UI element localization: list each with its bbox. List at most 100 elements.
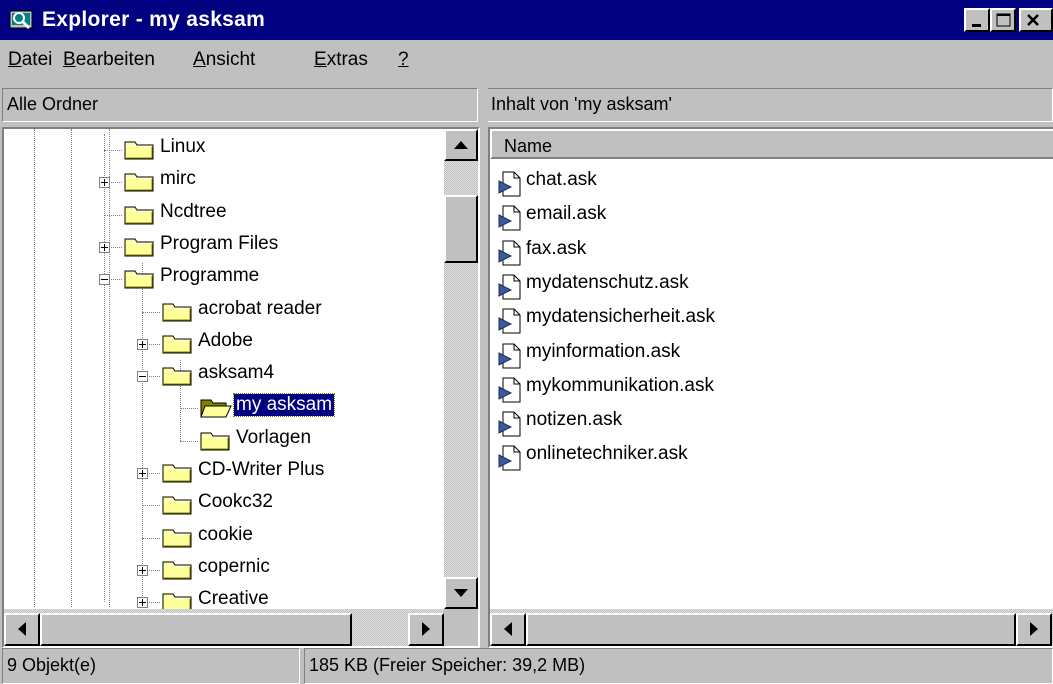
expand-icon[interactable] <box>137 564 148 576</box>
expand-icon[interactable] <box>137 597 148 609</box>
contents-scroll-left-button[interactable] <box>490 613 526 646</box>
folder-icon <box>162 496 192 515</box>
file-list-item[interactable]: fax.ask <box>498 236 1038 270</box>
tree-item-label: Cookc32 <box>198 491 273 513</box>
tree-connector <box>180 408 198 410</box>
file-name: onlinetechniker.ask <box>526 443 688 465</box>
tree-item[interactable]: CD-Writer Plus <box>4 457 444 487</box>
file-name: fax.ask <box>526 237 587 259</box>
tree-scroll-up-button[interactable] <box>444 129 478 161</box>
tree-item-label: Adobe <box>198 329 253 351</box>
open-folder-icon <box>200 399 232 418</box>
tree-item[interactable]: my asksam <box>4 392 444 422</box>
maximize-icon <box>996 13 1011 27</box>
file-list-item[interactable]: onlinetechniker.ask <box>498 441 1038 475</box>
maximize-button[interactable] <box>990 8 1016 32</box>
tree-scroll-left-button[interactable] <box>4 613 40 646</box>
menu-bar: Datei Bearbeiten Ansicht Extras ? <box>0 40 1053 80</box>
folder-tree-pane[interactable]: Linux mirc Ncdtree Program Files Programme ac… <box>2 127 480 648</box>
file-list-item[interactable]: email.ask <box>498 201 1038 235</box>
tree-item[interactable]: copernic <box>4 554 444 584</box>
tree-connector <box>104 214 122 216</box>
tree-item-label: cookie <box>198 523 253 545</box>
tree-connector <box>142 311 160 313</box>
collapse-icon[interactable] <box>137 371 148 383</box>
file-name: mydatensicherheit.ask <box>526 306 716 328</box>
tree-item[interactable]: Adobe <box>4 328 444 358</box>
tree-item-label: copernic <box>198 555 270 577</box>
arrow-left-icon <box>18 622 26 636</box>
collapse-icon[interactable] <box>99 274 110 286</box>
menu-bearbeiten[interactable]: Bearbeiten <box>63 49 155 71</box>
folder-icon <box>200 432 230 451</box>
tree-item[interactable]: Vorlagen <box>4 425 444 455</box>
file-list-item[interactable]: mydatensicherheit.ask <box>498 304 1038 338</box>
expand-icon[interactable] <box>137 468 148 479</box>
name-column-header[interactable]: Name <box>490 129 1053 159</box>
tree-item[interactable]: Ncdtree <box>4 199 444 229</box>
folder-icon <box>162 303 192 321</box>
tree-item-label: asksam4 <box>198 362 275 384</box>
contents-scroll-right-button[interactable] <box>1016 613 1052 646</box>
menu-help[interactable]: ? <box>398 49 409 71</box>
tree-item[interactable]: acrobat reader <box>4 296 444 326</box>
asksam-document-icon <box>498 445 521 471</box>
menu-extras[interactable]: Extras <box>314 49 368 71</box>
tree-scroll-thumb[interactable] <box>444 195 478 263</box>
tree-item[interactable]: asksam4 <box>4 360 444 390</box>
tree-item-label: my asksam <box>232 393 336 418</box>
tree-connector <box>142 537 160 539</box>
status-size-info: 185 KB (Freier Speicher: 39,2 MB) <box>304 648 1053 684</box>
arrow-left-icon <box>504 622 512 636</box>
folder-icon <box>162 561 192 580</box>
tree-connector <box>180 440 198 442</box>
file-name: mydatenschutz.ask <box>526 271 689 293</box>
status-object-count: 9 Objekt(e) <box>2 648 300 684</box>
menu-ansicht[interactable]: Ansicht <box>193 49 255 71</box>
file-list-item[interactable]: myinformation.ask <box>498 339 1038 373</box>
arrow-right-icon <box>422 622 430 636</box>
expand-icon[interactable] <box>99 177 110 189</box>
tree-item[interactable]: Program Files <box>4 231 444 261</box>
contents-hscroll-thumb[interactable] <box>526 613 1016 646</box>
tree-item-label: Program Files <box>160 232 279 254</box>
explorer-app-icon[interactable] <box>8 7 36 33</box>
contents-pane[interactable]: Name chat.ask email.ask fax.ask mydatenschu… <box>488 127 1053 648</box>
file-list-item[interactable]: chat.ask <box>498 167 1038 201</box>
tree-hscroll-thumb[interactable] <box>40 613 352 646</box>
scroll-corner <box>444 609 478 646</box>
minimize-button[interactable] <box>964 8 990 32</box>
title-bar[interactable]: Explorer - my asksam <box>0 0 1053 40</box>
tree-item-label: CD-Writer Plus <box>198 459 325 480</box>
tree-item[interactable]: mirc <box>4 166 444 196</box>
file-list-item[interactable]: mykommunikation.ask <box>498 373 1038 407</box>
tree-scroll-down-button[interactable] <box>444 577 478 609</box>
folder-icon <box>162 529 192 548</box>
folder-icon <box>124 173 154 192</box>
asksam-document-icon <box>498 343 521 368</box>
file-list-item[interactable]: notizen.ask <box>498 407 1038 441</box>
file-name: mykommunikation.ask <box>526 374 714 396</box>
file-name: myinformation.ask <box>526 340 681 362</box>
contents-pane-header: Inhalt von 'my asksam' <box>486 88 1053 122</box>
asksam-document-icon <box>498 240 521 266</box>
tree-item[interactable]: cookie <box>4 522 444 552</box>
tree-scroll-right-button[interactable] <box>408 613 444 646</box>
menu-datei[interactable]: Datei <box>8 49 52 71</box>
tree-item[interactable]: Cookc32 <box>4 489 444 519</box>
file-name: email.ask <box>526 203 607 225</box>
tree-item-label: Ncdtree <box>160 200 227 222</box>
tree-item-label: mirc <box>160 168 196 190</box>
asksam-document-icon <box>498 205 521 231</box>
pane-splitter[interactable] <box>480 88 488 648</box>
expand-icon[interactable] <box>99 241 110 253</box>
tree-item[interactable]: Programme <box>4 263 444 293</box>
close-button[interactable] <box>1019 8 1053 32</box>
tree-item-label: Vorlagen <box>236 426 312 448</box>
file-list-item[interactable]: mydatenschutz.ask <box>498 270 1038 304</box>
tree-item[interactable]: Linux <box>4 134 444 164</box>
folder-icon <box>162 367 192 386</box>
expand-icon[interactable] <box>137 338 148 350</box>
asksam-document-icon <box>498 377 521 403</box>
arrow-right-icon <box>1030 622 1038 636</box>
